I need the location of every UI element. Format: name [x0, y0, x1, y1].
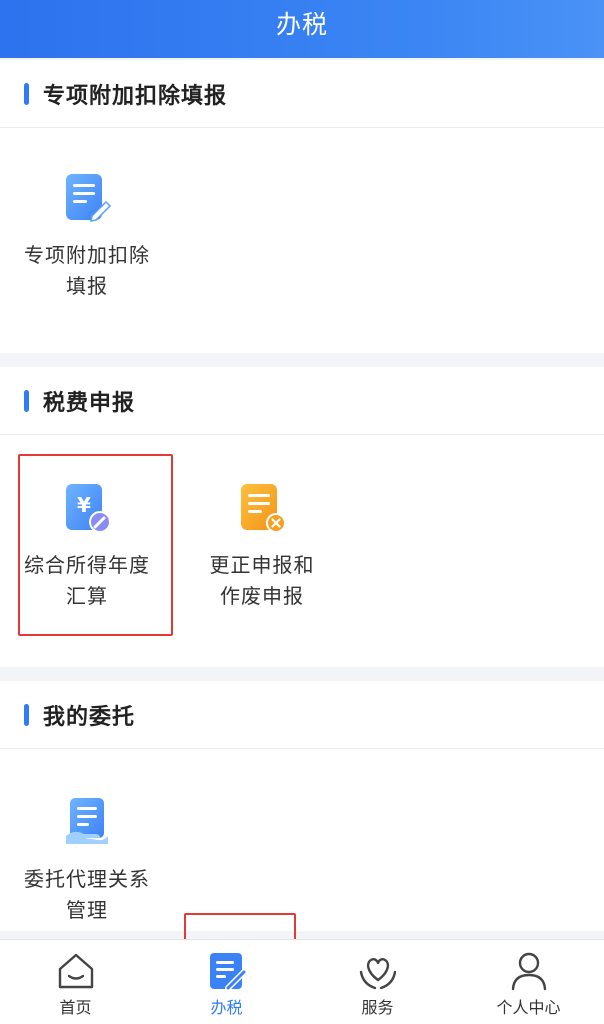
hand-document-icon [66, 798, 108, 844]
section-tax-filing: 税费申报 ¥ 综合所得年度 汇算 更正申报和 作废申报 [0, 367, 604, 667]
edit-document-icon [66, 174, 112, 222]
tab-service[interactable]: 服务 [302, 940, 453, 1024]
section-title: 专项附加扣除填报 [0, 60, 604, 128]
bottom-tab-bar: 首页 办税 服务 个人中心 [0, 939, 604, 1024]
tile-correct-void-filing[interactable]: 更正申报和 作废申报 [187, 482, 337, 612]
tile-delegation-management[interactable]: 委托代理关系 管理 [12, 796, 162, 926]
header-bar: 办税 [0, 0, 604, 58]
heart-hands-icon [359, 958, 396, 990]
section-my-delegation: 我的委托 委托代理关系 管理 [0, 681, 604, 931]
tab-profile[interactable]: 个人中心 [453, 940, 604, 1024]
yuan-document-icon: ¥ [66, 484, 111, 533]
tax-edit-icon [209, 953, 247, 991]
tile-label: 更正申报和 作废申报 [209, 553, 315, 608]
tile-annual-settlement[interactable]: ¥ 综合所得年度 汇算 [12, 482, 162, 612]
tab-home[interactable]: 首页 [0, 940, 151, 1024]
tile-special-deduction-fill[interactable]: 专项附加扣除 填报 [12, 172, 162, 302]
tile-label: 专项附加扣除 填报 [24, 243, 150, 298]
svg-text:¥: ¥ [77, 493, 91, 517]
tab-tax[interactable]: 办税 [151, 940, 302, 1024]
section-title-marker [24, 703, 29, 726]
page-title: 办税 [275, 10, 328, 39]
section-title: 税费申报 [0, 367, 604, 435]
person-icon [511, 952, 546, 991]
tile-label: 委托代理关系 管理 [24, 867, 150, 922]
tile-label: 综合所得年度 汇算 [24, 553, 150, 608]
home-icon [58, 953, 93, 989]
section-title-marker [24, 82, 29, 105]
section-title: 我的委托 [0, 681, 604, 749]
section-special-deduction: 专项附加扣除填报 专项附加扣除 填报 [0, 60, 604, 353]
cancel-document-icon [241, 484, 286, 533]
section-title-marker [24, 389, 29, 412]
